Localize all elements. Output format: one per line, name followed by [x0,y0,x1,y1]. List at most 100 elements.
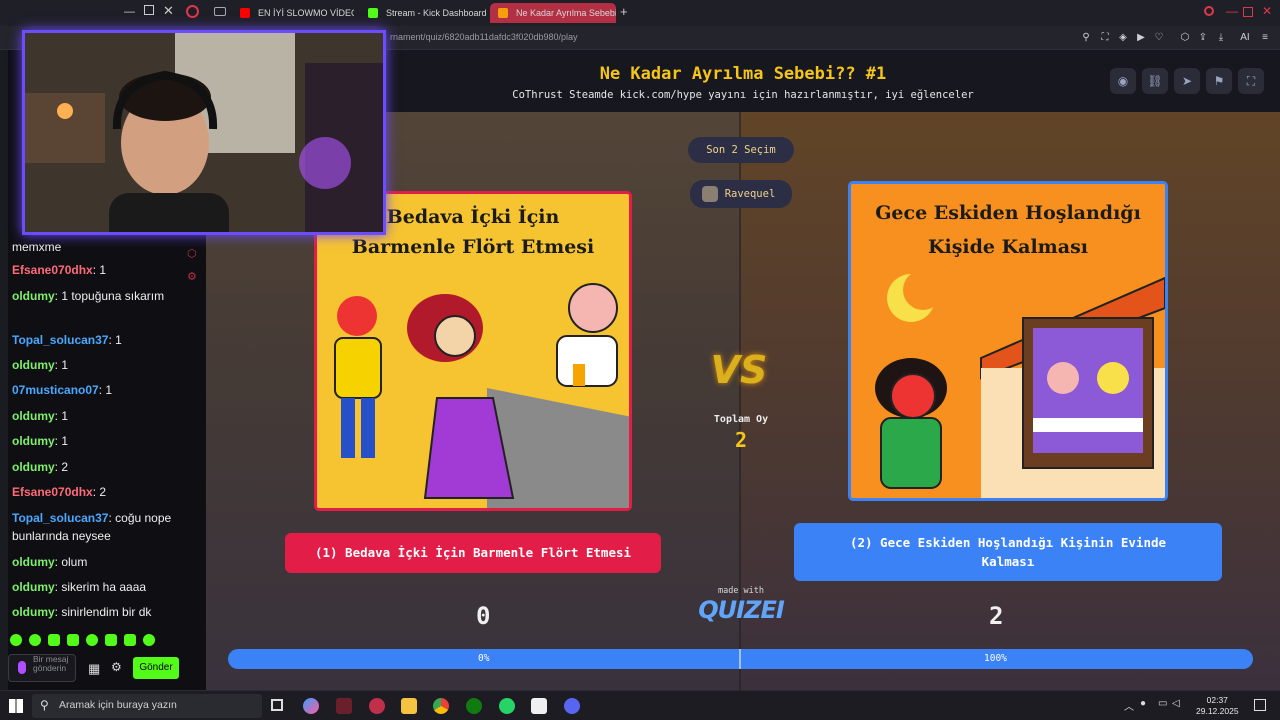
emote-picker-icon[interactable]: ▦ [88,661,100,677]
option-2-title-line2: Kişide Kalması [927,236,1088,258]
chat-username[interactable]: Topal_solucan37 [12,333,108,347]
share-button[interactable]: ➤ [1174,68,1200,94]
restore-icon[interactable] [144,5,154,15]
taskbar-clock[interactable]: 02:37 29.12.2025 [1196,695,1239,717]
ai-icon[interactable]: AI [1236,32,1254,44]
made-with-label: made with [717,586,765,596]
share-icon[interactable]: ⇪ [1197,32,1209,44]
option-2-percent: 100% [984,653,1007,664]
shield-icon[interactable]: ◈ [1117,32,1129,44]
copilot-icon[interactable] [303,698,319,714]
option-1-button[interactable]: (1) Bedava İçki İçin Barmenle Flört Etme… [285,533,661,573]
download-icon[interactable]: ▶ [1135,32,1147,44]
chat-username[interactable]: Efsane070dhx [12,263,93,277]
report-button[interactable]: ⚑ [1206,68,1232,94]
emote-icon[interactable] [86,634,98,646]
minimize-icon[interactable]: — [124,6,135,18]
browser-tab-bar: — ✕ EN İYİ SLOWMO VİDEOLAR Stream - Kick… [0,0,1280,26]
fullscreen-button[interactable]: ⛶ [1238,68,1264,94]
link-button[interactable]: ⛓ [1142,68,1168,94]
pin-icon[interactable]: ⚲ [1080,32,1092,44]
task-view-icon[interactable] [271,699,283,711]
discord-icon[interactable] [564,698,580,714]
tab-island-icon[interactable] [214,7,226,16]
taskbar-search[interactable]: ⚲ Aramak için buraya yazın [32,694,262,718]
minimize-browser-icon[interactable]: — [1226,4,1238,18]
url-text[interactable]: rnament/quiz/6820adb11dafdc3f020db980/pl… [390,32,577,42]
notepad-icon[interactable] [531,698,547,714]
chrome-icon[interactable] [433,698,449,714]
tab-quiz[interactable]: Ne Kadar Ayrılma Sebebi? [490,3,616,23]
chat-text: : 1 [54,434,69,448]
notification-icon[interactable] [1254,699,1266,711]
emote-icon[interactable] [48,634,60,646]
clock-date: 29.12.2025 [1196,706,1239,716]
chat-username[interactable]: oldumy [12,358,55,372]
extensions-icon[interactable]: ⬡ [1179,32,1191,44]
whatsapp-icon[interactable] [499,698,515,714]
eye-button[interactable]: ◉ [1110,68,1136,94]
option-2-title-line1: Gece Eskiden Hoşlandığı [875,202,1141,224]
tab-kick-dashboard[interactable]: Stream - Kick Dashboard [360,3,486,23]
opera-taskbar-icon[interactable] [369,698,385,714]
option-2-button[interactable]: (2) Gece Eskiden Hoşlandığı Kişinin Evin… [794,523,1222,581]
chat-input[interactable]: Bir mesaj gönderin [8,654,76,682]
chat-message: oldumy: olum [12,553,182,571]
option-2-score: 2 [989,602,1004,630]
emote-row [10,634,160,648]
quizei-logo[interactable]: QUIZEI [690,596,792,624]
chat-username[interactable]: Topal_solucan37 [12,511,108,525]
chat-username[interactable]: oldumy [12,580,55,594]
flag-icon: ⚑ [1213,74,1225,88]
chat-username[interactable]: oldumy [12,605,55,619]
emote-icon[interactable] [67,634,79,646]
emote-icon[interactable] [105,634,117,646]
search-tabs-icon[interactable] [1204,6,1214,16]
settings-small-icon[interactable]: ⬡ [187,247,197,260]
chat-username[interactable]: oldumy [12,289,55,303]
option-1-title-line2: Barmenle Flört Etmesi [351,236,595,258]
emote-icon[interactable] [29,634,41,646]
chat-settings-icon[interactable]: ⚙ [111,660,122,674]
send-button[interactable]: Gönder [133,657,179,679]
close-browser-icon[interactable]: ✕ [1262,4,1272,18]
chat-username[interactable]: 07musticano07 [12,383,99,397]
app-icon[interactable] [336,698,352,714]
chat-text: : 1 topuğuna sıkarım [54,289,165,303]
emote-icon[interactable] [10,634,22,646]
chat-username[interactable]: oldumy [12,409,55,423]
mic-icon[interactable] [18,661,26,674]
volume-icon[interactable]: ◁ [1172,698,1180,709]
chat-text: : 1 [54,358,69,372]
downloads-icon[interactable]: ⤓ [1215,32,1227,44]
emote-icon[interactable] [124,634,136,646]
maximize-browser-icon[interactable] [1243,7,1253,17]
emote-icon[interactable] [143,634,155,646]
chat-message: Topal_solucan37: coğu nope bunlarında ne… [12,509,182,545]
option-1-card[interactable]: Bedava İçki İçin Barmenle Flört Etmesi [314,191,632,511]
network-icon[interactable]: ▭ [1158,698,1167,709]
chat-username[interactable]: oldumy [12,555,55,569]
menu-icon[interactable]: ≡ [1259,32,1271,44]
mic-tray-icon[interactable]: ● [1140,698,1146,709]
heart-icon[interactable]: ♡ [1153,32,1165,44]
opera-logo-icon[interactable] [186,5,199,18]
snapshot-icon[interactable]: ⛶ [1099,32,1111,44]
close-window-icon[interactable]: ✕ [163,3,174,19]
tab-label: EN İYİ SLOWMO VİDEOLAR [258,8,354,18]
xbox-icon[interactable] [466,698,482,714]
option-2-card[interactable]: Gece Eskiden Hoşlandığı Kişide Kalması [848,181,1168,501]
chat-username[interactable]: oldumy [12,460,55,474]
chat-text: : olum [54,555,88,569]
new-tab-button[interactable]: + [620,4,628,19]
avatar [702,186,718,202]
chat-username[interactable]: Efsane070dhx [12,485,93,499]
left-rail [0,50,8,690]
windows-start-icon[interactable] [9,699,23,713]
tab-slowmo[interactable]: EN İYİ SLOWMO VİDEOLAR [232,3,354,23]
file-explorer-icon[interactable] [401,698,417,714]
chat-message: oldumy: sinirlendim bir dk [12,603,182,621]
chat-username[interactable]: oldumy [12,434,55,448]
gear-small-icon[interactable]: ⚙ [187,270,197,283]
tray-chevron-icon[interactable]: ︿ [1124,698,1134,713]
